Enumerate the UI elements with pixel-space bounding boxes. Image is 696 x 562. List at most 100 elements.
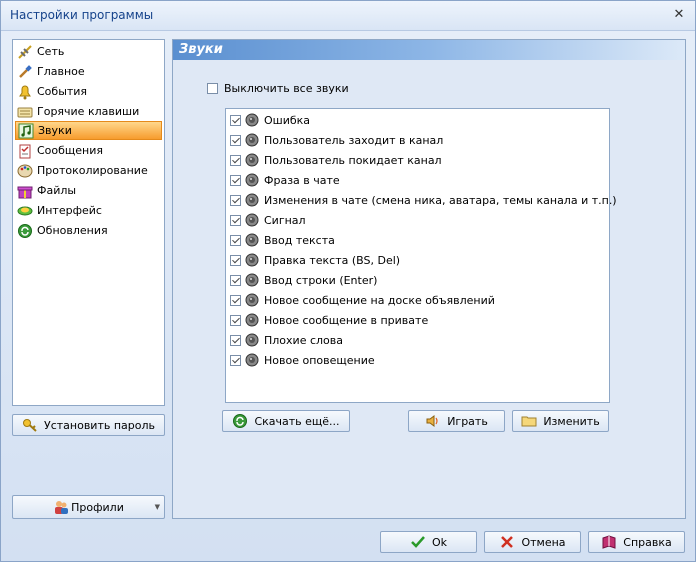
nav-item-sounds[interactable]: Звуки — [15, 121, 162, 140]
list-item[interactable]: Плохие слова — [230, 331, 343, 349]
list-item[interactable]: Пользователь заходит в канал — [230, 131, 443, 149]
sound-checkbox[interactable] — [230, 274, 241, 286]
sound-label: Ввод строки (Enter) — [264, 273, 378, 287]
nav-item-label: Главное — [37, 65, 85, 78]
sound-checkbox[interactable] — [230, 314, 241, 326]
sound-checkbox[interactable] — [230, 194, 241, 206]
gift-icon — [17, 186, 33, 198]
list-item[interactable]: Фраза в чате — [230, 171, 340, 189]
mute-all-checkbox[interactable] — [207, 83, 218, 94]
keyboard-icon — [17, 107, 33, 117]
nav-item-label: Сообщения — [37, 144, 104, 157]
mute-all-row[interactable]: Выключить все звуки — [207, 82, 349, 95]
sound-checkbox[interactable] — [230, 334, 241, 346]
speaker-icon — [245, 133, 259, 147]
nav-item-label: События — [37, 85, 88, 98]
nav-item-label: Звуки — [38, 124, 72, 137]
palette-icon — [17, 164, 33, 177]
change-button[interactable]: Изменить — [512, 410, 609, 432]
nav-item-network[interactable]: Сеть — [15, 42, 162, 61]
panel-header: Звуки — [173, 40, 685, 60]
close-icon — [501, 536, 514, 548]
sound-label: Правка текста (BS, Del) — [264, 253, 401, 267]
sound-label: Новое сообщение в привате — [264, 313, 429, 327]
key-icon — [23, 419, 37, 432]
panel-title: Звуки — [179, 42, 223, 57]
music-note-icon — [18, 123, 34, 138]
profiles-button[interactable]: Профили ▼ — [12, 495, 165, 519]
list-item[interactable]: Новое оповещение — [230, 351, 375, 369]
nav-item-label: Интерфейс — [37, 204, 102, 217]
users-icon — [55, 501, 69, 514]
nav-item-main[interactable]: Главное — [15, 62, 162, 81]
settings-nav: Сеть Главное События Горячие клавиши Зву… — [12, 39, 165, 406]
clipboard-icon — [19, 144, 31, 158]
list-item[interactable]: Правка текста (BS, Del) — [230, 251, 400, 269]
chevron-down-icon[interactable]: ▼ — [155, 503, 160, 511]
check-icon — [411, 536, 425, 548]
nav-item-label: Протоколирование — [37, 164, 148, 177]
nav-item-label: Горячие клавиши — [37, 105, 140, 118]
play-button[interactable]: Играть — [408, 410, 505, 432]
speaker-icon — [245, 353, 259, 367]
title-bar: Настройки программы ✕ — [1, 1, 695, 31]
speaker-icon — [245, 213, 259, 227]
sound-checkbox[interactable] — [230, 154, 241, 166]
list-item[interactable]: Новое сообщение в привате — [230, 311, 428, 329]
speaker-icon — [245, 313, 259, 327]
sound-checkbox[interactable] — [230, 114, 241, 126]
change-label: Изменить — [543, 414, 600, 428]
nav-item-logging[interactable]: Протоколирование — [15, 161, 162, 180]
window-title: Настройки программы — [10, 8, 154, 22]
nav-item-files[interactable]: Файлы — [15, 181, 162, 200]
sound-checkbox[interactable] — [230, 134, 241, 146]
sound-label: Сигнал — [264, 213, 306, 227]
set-password-button[interactable]: Установить пароль — [12, 414, 165, 436]
sound-label: Пользователь заходит в канал — [264, 133, 444, 147]
sound-checkbox[interactable] — [230, 214, 241, 226]
sound-label: Плохие слова — [264, 333, 343, 347]
nav-item-messages[interactable]: Сообщения — [15, 141, 162, 160]
list-item[interactable]: Ошибка — [230, 111, 310, 129]
cancel-label: Отмена — [521, 535, 566, 549]
ok-label: Ok — [431, 535, 448, 549]
sound-label: Фраза в чате — [264, 173, 340, 187]
speaker-icon — [245, 153, 259, 167]
play-label: Играть — [447, 414, 488, 428]
sound-checkbox[interactable] — [230, 354, 241, 366]
sound-checkbox[interactable] — [230, 294, 241, 306]
list-item[interactable]: Пользователь покидает канал — [230, 151, 442, 169]
profiles-label: Профили — [71, 500, 124, 514]
sound-label: Ошибка — [264, 113, 311, 127]
interface-icon — [17, 206, 33, 215]
list-item[interactable]: Сигнал — [230, 211, 306, 229]
list-item[interactable]: Новое сообщение на доске объявлений — [230, 291, 495, 309]
update-icon — [18, 223, 32, 238]
list-item[interactable]: Ввод текста — [230, 231, 335, 249]
download-more-button[interactable]: Скачать ещё... — [222, 410, 350, 432]
nav-item-events[interactable]: События — [15, 82, 162, 101]
sound-checkbox[interactable] — [230, 174, 241, 186]
speaker-icon — [245, 333, 259, 347]
list-item[interactable]: Изменения в чате (смена ника, аватара, т… — [230, 191, 617, 209]
sound-checkbox[interactable] — [230, 234, 241, 246]
sound-label: Новое оповещение — [264, 353, 375, 367]
nav-item-updates[interactable]: Обновления — [15, 221, 162, 240]
sound-label: Пользователь покидает канал — [264, 153, 442, 167]
sound-checkbox[interactable] — [230, 254, 241, 266]
speaker-icon — [245, 173, 259, 187]
folder-icon — [521, 416, 537, 427]
speaker-icon — [245, 193, 259, 207]
book-icon — [602, 535, 616, 549]
close-icon[interactable]: ✕ — [671, 7, 687, 23]
nav-item-label: Обновления — [37, 224, 108, 237]
download-more-label: Скачать ещё... — [254, 414, 340, 428]
nav-item-hotkeys[interactable]: Горячие клавиши — [15, 102, 162, 121]
settings-window: Настройки программы ✕ Сеть Главное Событ… — [0, 0, 696, 562]
help-button[interactable]: Справка — [588, 531, 685, 553]
nav-item-interface[interactable]: Интерфейс — [15, 201, 162, 220]
ok-button[interactable]: Ok — [380, 531, 477, 553]
cancel-button[interactable]: Отмена — [484, 531, 581, 553]
set-password-label: Установить пароль — [44, 418, 155, 432]
list-item[interactable]: Ввод строки (Enter) — [230, 271, 377, 289]
